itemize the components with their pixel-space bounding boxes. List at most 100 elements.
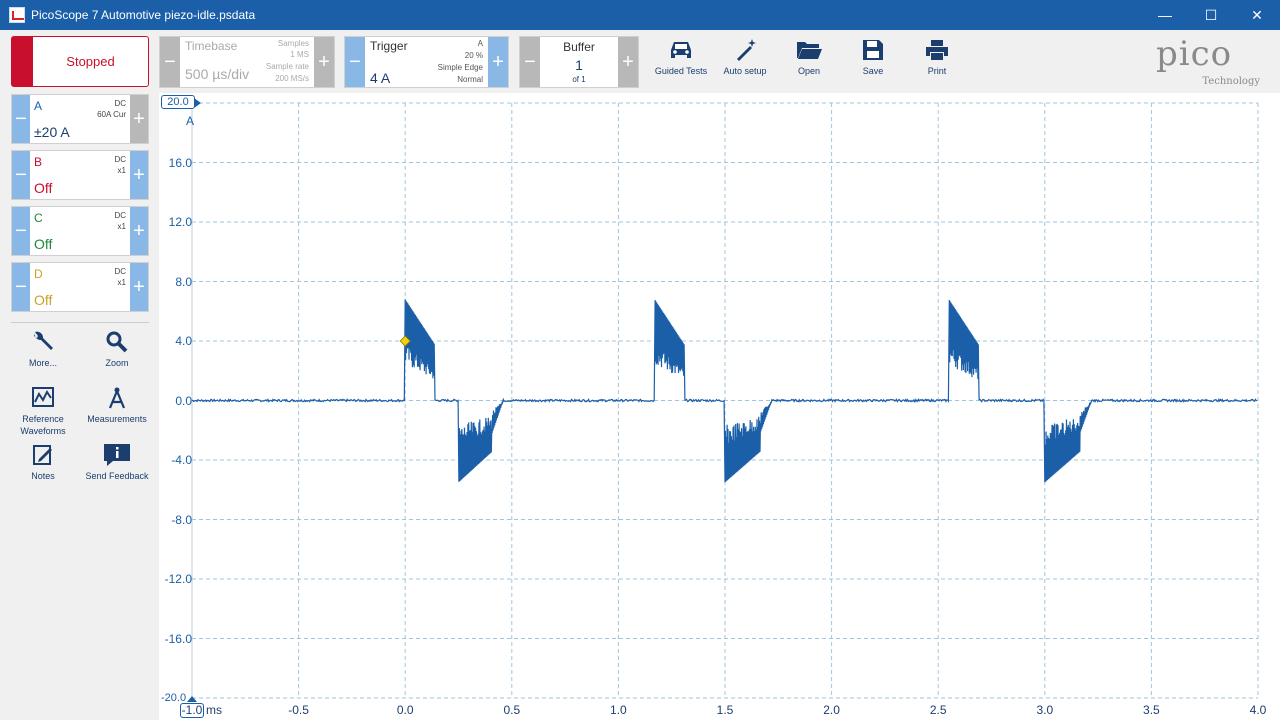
x-tick-label: 1.5 [716,703,734,717]
timebase-control: − Timebase 500 µs/div Samples 1 MS Sampl… [159,36,335,88]
title-bar: PicoScope 7 Automotive piezo-idle.psdata… [0,0,1280,30]
y-tick-label: 4.0 [175,334,192,348]
channel-d-name: D [34,267,43,281]
reference-waveforms-button[interactable]: Reference Waveforms [8,386,78,437]
channel-b-settings: DC x1 [114,154,126,176]
channel-a-control[interactable]: − A DC 60A Cur ±20 A + [11,94,149,144]
pico-logo-text: pico [1156,34,1233,74]
y-tick-label: 12.0 [168,215,192,229]
car-icon [671,42,691,58]
trigger-decrease-button[interactable]: − [345,37,365,87]
close-button[interactable]: ✕ [1234,0,1280,30]
sample-rate-value: 200 MS/s [275,74,309,83]
y-axis-unit: A [186,114,195,128]
measurements-button[interactable]: Measurements [82,386,152,425]
folder-open-icon [797,42,822,59]
y-tick-label: 8.0 [175,274,192,289]
buffer-label: Buffer [563,40,595,54]
timebase-value[interactable]: 500 µs/div [185,66,249,82]
trigger-control: − Trigger 4 A A 20 % Simple Edge Normal … [344,36,509,88]
scope-view[interactable] [159,93,1280,720]
more-button[interactable]: More... [8,330,78,369]
channel-c-decrease-button[interactable]: − [12,207,30,255]
y-axis-top-label[interactable]: 20.0 [161,95,195,109]
guided-tests-label: Guided Tests [654,66,708,76]
x-tick-label: 0.0 [396,703,414,717]
timebase-label: Timebase [185,39,238,53]
compass-icon [108,387,126,409]
channel-b-coupling: DC [114,155,126,164]
y-tick-label: -8.0 [171,512,192,527]
y-tick-label: 0.0 [175,393,192,408]
sample-rate-label: Sample rate [265,62,309,71]
reference-waveforms-label: Reference Waveforms [20,414,66,436]
y-tick-label: -16.0 [164,631,192,646]
channel-d-settings: DC x1 [114,266,126,288]
samples-label: Samples [277,39,309,48]
send-feedback-label: Send Feedback [85,471,149,481]
x-tick-label: 2.5 [929,703,947,717]
open-button[interactable]: Open [779,38,839,86]
buffer-previous-button[interactable]: − [520,37,540,87]
channel-c-range: Off [34,236,53,252]
x-tick-label: 1.0 [610,703,627,717]
feedback-icon [104,444,130,466]
trigger-label: Trigger [370,39,408,53]
timebase-increase-button[interactable]: + [314,37,334,87]
channel-b-control[interactable]: − B DC x1 Off + [11,150,149,200]
auto-setup-button[interactable]: Auto setup [715,38,775,86]
zoom-button[interactable]: Zoom [82,330,152,369]
x-tick-label: 0.5 [503,703,521,717]
pico-logo: pico Technology [1152,34,1270,90]
print-button[interactable]: Print [907,38,967,86]
zoom-label: Zoom [105,358,129,368]
window-title: PicoScope 7 Automotive piezo-idle.psdata [31,8,256,22]
run-stop-button[interactable]: Stopped [11,36,149,87]
channel-d-control[interactable]: − D DC x1 Off + [11,262,149,312]
y-tick-label: -12.0 [164,572,192,586]
channel-c-coupling: DC [114,211,126,220]
magic-wand-icon [737,39,756,61]
pico-logo-subtext: Technology [1202,76,1260,87]
channel-c-name: C [34,211,43,225]
send-feedback-button[interactable]: Send Feedback [82,443,152,482]
channel-b-increase-button[interactable]: + [130,151,148,199]
floppy-disk-icon [863,40,883,60]
auto-setup-label: Auto setup [723,66,767,76]
channel-a-settings: DC 60A Cur [97,98,126,120]
channel-d-decrease-button[interactable]: − [12,263,30,311]
notes-button[interactable]: Notes [8,443,78,482]
y-tick-label: -4.0 [171,453,192,467]
channel-b-decrease-button[interactable]: − [12,151,30,199]
channel-b-name: B [34,155,43,169]
x-tick-label: 3.5 [1143,703,1160,717]
measurements-label: Measurements [87,414,147,424]
guided-tests-button[interactable]: Guided Tests [651,38,711,86]
x-tick-label: 2.0 [823,703,840,717]
channel-a-range: ±20 A [34,124,70,140]
sidebar-divider [11,322,149,323]
channel-d-increase-button[interactable]: + [130,263,148,311]
channel-d-coupling: DC [114,267,126,276]
reference-waveform-icon [32,387,54,407]
buffer-next-button[interactable]: + [618,37,638,87]
save-label: Save [862,66,884,76]
buffer-value: 1 [575,57,583,73]
trigger-increase-button[interactable]: + [488,37,508,87]
channel-a-decrease-button[interactable]: − [12,95,30,143]
minimize-button[interactable]: — [1142,0,1188,30]
timebase-decrease-button[interactable]: − [160,37,180,87]
trigger-type: Simple Edge [437,63,483,72]
notepad-icon [33,445,52,465]
maximize-button[interactable]: ☐ [1188,0,1234,30]
channel-c-control[interactable]: − C DC x1 Off + [11,206,149,256]
printer-icon [926,40,948,60]
save-button[interactable]: Save [843,38,903,86]
magnifier-icon [106,331,128,353]
trigger-level-value[interactable]: 4 A [370,70,390,86]
channel-a-increase-button[interactable]: + [130,95,148,143]
channel-c-increase-button[interactable]: + [130,207,148,255]
x-tick-label: 4.0 [1249,703,1267,717]
x-tick-label: -0.5 [288,703,309,717]
channel-b-range: Off [34,180,53,196]
